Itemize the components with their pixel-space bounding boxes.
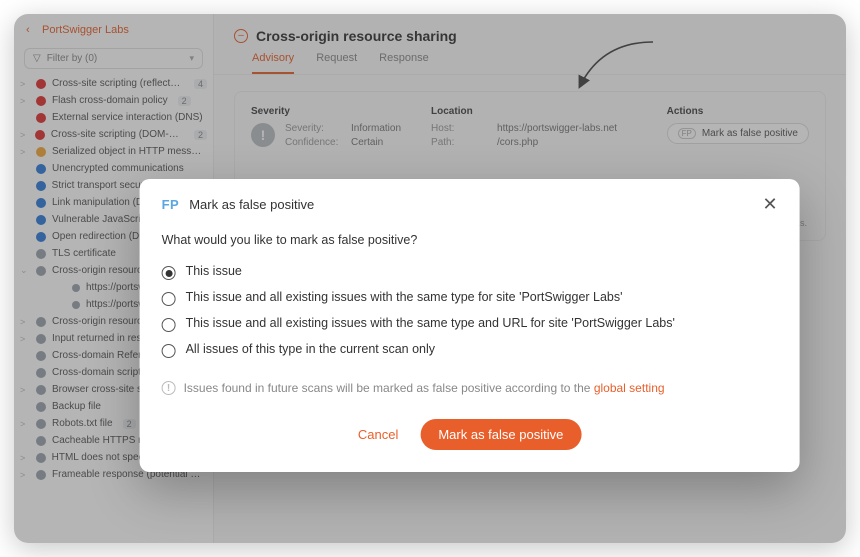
false-positive-modal: FP Mark as false positive ✕ What would y… [140,179,800,472]
radio-label: All issues of this type in the current s… [186,342,435,356]
modal-question: What would you like to mark as false pos… [162,233,778,247]
modal-title: Mark as false positive [189,197,314,212]
options-group: This issue This issue and all existing is… [162,259,778,363]
radio-label: This issue [186,264,242,278]
info-icon: ! [162,381,176,395]
confirm-button[interactable]: Mark as false positive [420,419,581,450]
radio-icon[interactable] [162,344,176,358]
modal-note: ! Issues found in future scans will be m… [162,381,778,395]
radio-icon[interactable] [162,318,176,332]
cancel-button[interactable]: Cancel [358,427,398,442]
radio-icon[interactable] [162,266,176,280]
radio-label: This issue and all existing issues with … [186,316,675,330]
radio-option[interactable]: This issue [162,259,778,285]
close-icon[interactable]: ✕ [763,195,778,213]
radio-option[interactable]: This issue and all existing issues with … [162,285,778,311]
global-setting-link[interactable]: global setting [594,381,665,395]
app-window: ‹ PortSwigger Labs ▽ Filter by (0) ▾ >Cr… [14,14,846,543]
note-text: Issues found in future scans will be mar… [184,381,594,395]
radio-option[interactable]: All issues of this type in the current s… [162,337,778,363]
fp-icon: FP [162,197,180,212]
radio-label: This issue and all existing issues with … [186,290,623,304]
radio-icon[interactable] [162,292,176,306]
radio-option[interactable]: This issue and all existing issues with … [162,311,778,337]
